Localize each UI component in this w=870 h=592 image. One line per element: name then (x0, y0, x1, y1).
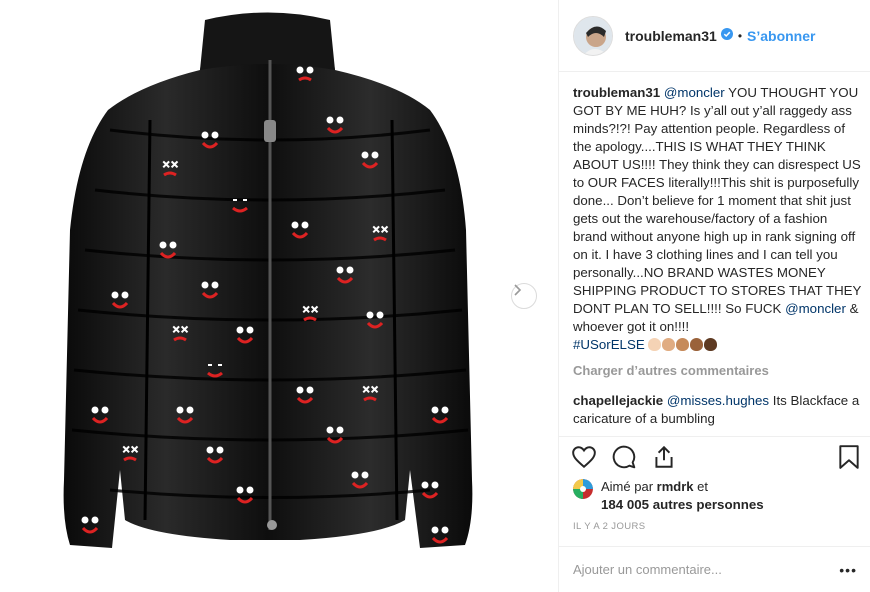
comment-input[interactable] (573, 562, 833, 577)
add-comment-bar: ••• (559, 546, 870, 592)
heart-icon[interactable] (571, 444, 597, 475)
svg-text:✕✕: ✕✕ (172, 325, 189, 336)
post-sidebar: troubleman31 • S’abonner troubleman31 @m… (558, 0, 870, 592)
load-more-comments-button[interactable]: Charger d’autres commentaires (573, 362, 863, 380)
svg-text:✕✕: ✕✕ (302, 305, 319, 316)
caption-mention-2[interactable]: @moncler (785, 301, 846, 316)
jacket-image: ✕✕ ✕✕ ✕✕ ✕✕ ✕✕ ✕✕ (63, 12, 473, 548)
comment-username[interactable]: chapellejackie (573, 393, 663, 408)
header-separator: • (737, 28, 743, 43)
share-icon[interactable] (651, 444, 677, 475)
likes-user[interactable]: rmdrk (657, 479, 694, 494)
caption-mention[interactable]: @moncler (664, 85, 725, 100)
list-item: chapellejackie @misses.hughes Its Blackf… (573, 392, 863, 428)
raised-fist-emoji (662, 338, 676, 351)
caption-text: YOU THOUGHT YOU GOT BY ME HUH? Is y’all … (573, 85, 862, 316)
caption-hashtag[interactable]: #USorELSE (573, 337, 645, 352)
raised-fist-emojis (648, 338, 718, 351)
svg-text:✕✕: ✕✕ (122, 445, 139, 456)
likes-prefix: Aimé par (601, 479, 657, 494)
timestamp[interactable]: IL Y A 2 JOURS (573, 521, 646, 532)
likes-summary: Aimé par rmdrk et 184 005 autres personn… (573, 478, 863, 514)
caption: troubleman31 @moncler YOU THOUGHT YOU GO… (573, 84, 863, 354)
next-arrow-icon[interactable] (511, 283, 537, 309)
liker-avatar[interactable] (573, 479, 593, 499)
raised-fist-emoji (690, 338, 704, 351)
post-image[interactable]: ✕✕ ✕✕ ✕✕ ✕✕ ✕✕ ✕✕ (0, 0, 558, 592)
svg-text:✕✕: ✕✕ (362, 385, 379, 396)
svg-text:✕✕: ✕✕ (162, 160, 179, 171)
likes-count[interactable]: 184 005 autres personnes (601, 497, 764, 512)
post-username[interactable]: troubleman31 (625, 28, 717, 44)
more-options-icon[interactable]: ••• (839, 562, 857, 578)
follow-button[interactable]: S’abonner (747, 28, 815, 44)
comment-icon[interactable] (611, 444, 637, 475)
caption-username[interactable]: troubleman31 (573, 85, 660, 100)
bookmark-icon[interactable] (837, 444, 861, 475)
action-bar (559, 436, 870, 478)
verified-badge-icon (720, 27, 733, 45)
raised-fist-emoji (704, 338, 718, 351)
svg-text:✕✕: ✕✕ (372, 225, 389, 236)
post-header: troubleman31 • S’abonner (559, 0, 870, 72)
likes-suffix: et (693, 479, 708, 494)
comments-list[interactable]: troubleman31 @moncler YOU THOUGHT YOU GO… (573, 84, 863, 436)
raised-fist-emoji (648, 338, 662, 351)
comment-mention[interactable]: @misses.hughes (667, 393, 769, 408)
raised-fist-emoji (676, 338, 690, 351)
avatar[interactable] (573, 15, 613, 56)
